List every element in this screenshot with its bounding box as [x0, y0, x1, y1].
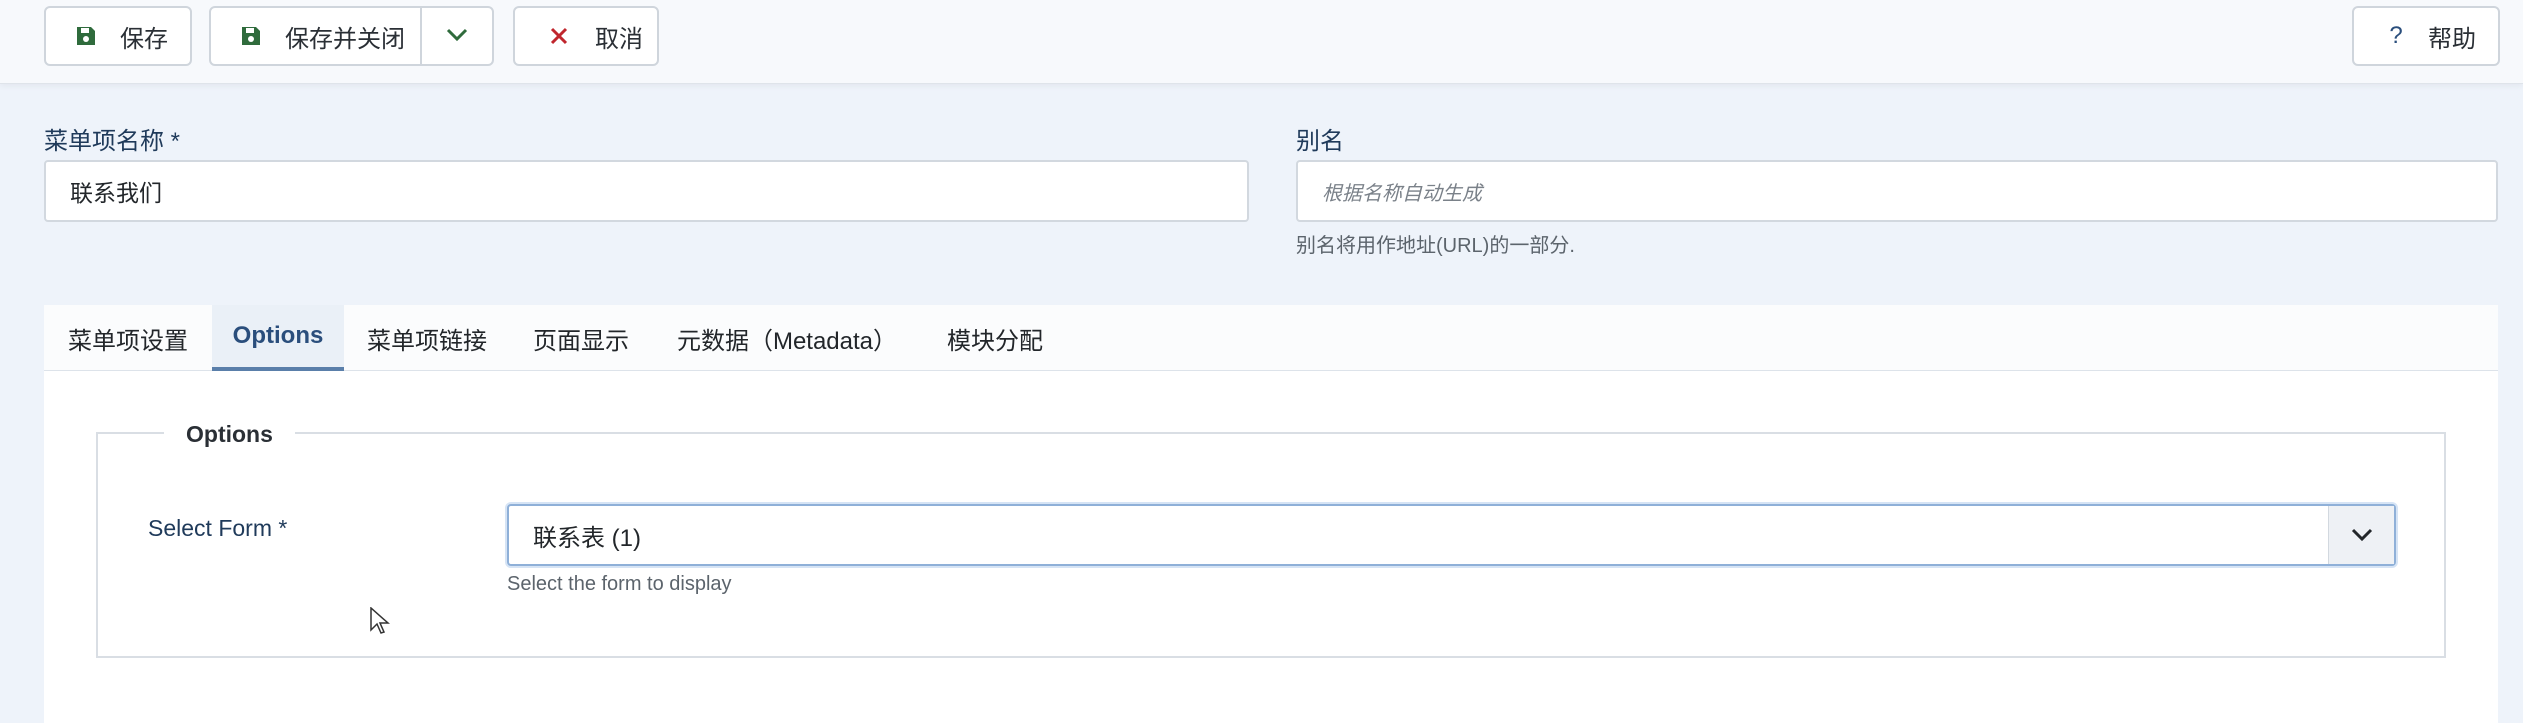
- chevron-down-icon: [2328, 506, 2394, 564]
- alias-label: 别名: [1296, 128, 1344, 155]
- alias-input[interactable]: 根据名称自动生成: [1296, 160, 2498, 222]
- tab-module-assignment[interactable]: 模块分配: [922, 305, 1068, 371]
- save-and-close-button[interactable]: 保存并关闭: [211, 8, 422, 64]
- title-label: 菜单项名称 *: [44, 128, 181, 155]
- select-form-label: Select Form *: [148, 515, 288, 541]
- select-form-value: 联系表 (1): [533, 524, 641, 552]
- tab-menu-item-settings[interactable]: 菜单项设置: [44, 305, 212, 371]
- save-and-close-label: 保存并关闭: [285, 25, 405, 53]
- tabs-panel: 菜单项设置 Options 菜单项链接 页面显示 元数据（Metadata） 模…: [44, 305, 2498, 723]
- tab-menu-item-link[interactable]: 菜单项链接: [344, 305, 510, 371]
- save-and-close-button-group: 保存并关闭: [209, 6, 494, 66]
- chevron-down-icon: [445, 22, 469, 50]
- help-icon: ?: [2389, 22, 2403, 49]
- save-button[interactable]: 保存: [44, 6, 192, 66]
- tab-metadata[interactable]: 元数据（Metadata）: [652, 305, 922, 371]
- select-form-hint: Select the form to display: [507, 573, 732, 595]
- select-form-dropdown[interactable]: 联系表 (1): [507, 504, 2396, 566]
- save-button-label: 保存: [120, 25, 168, 53]
- close-icon: [545, 22, 573, 50]
- options-legend: Options: [164, 421, 295, 448]
- save-icon: [72, 22, 100, 50]
- tab-options[interactable]: Options: [212, 305, 344, 371]
- save-options-dropdown-toggle[interactable]: [422, 8, 492, 64]
- title-input[interactable]: 联系我们: [44, 160, 1249, 222]
- cancel-button[interactable]: 取消: [513, 6, 659, 66]
- help-button[interactable]: ? 帮助: [2352, 6, 2500, 66]
- cancel-button-label: 取消: [595, 25, 643, 53]
- toolbar: 保存 保存并关闭 取消 ? 帮助: [0, 0, 2523, 84]
- alias-hint: 别名将用作地址(URL)的一部分.: [1296, 235, 1575, 257]
- mouse-pointer-icon: [370, 606, 390, 640]
- save-icon: [237, 22, 265, 50]
- tab-bar: 菜单项设置 Options 菜单项链接 页面显示 元数据（Metadata） 模…: [44, 305, 2498, 371]
- tab-page-display[interactable]: 页面显示: [510, 305, 652, 371]
- help-button-label: 帮助: [2428, 25, 2476, 53]
